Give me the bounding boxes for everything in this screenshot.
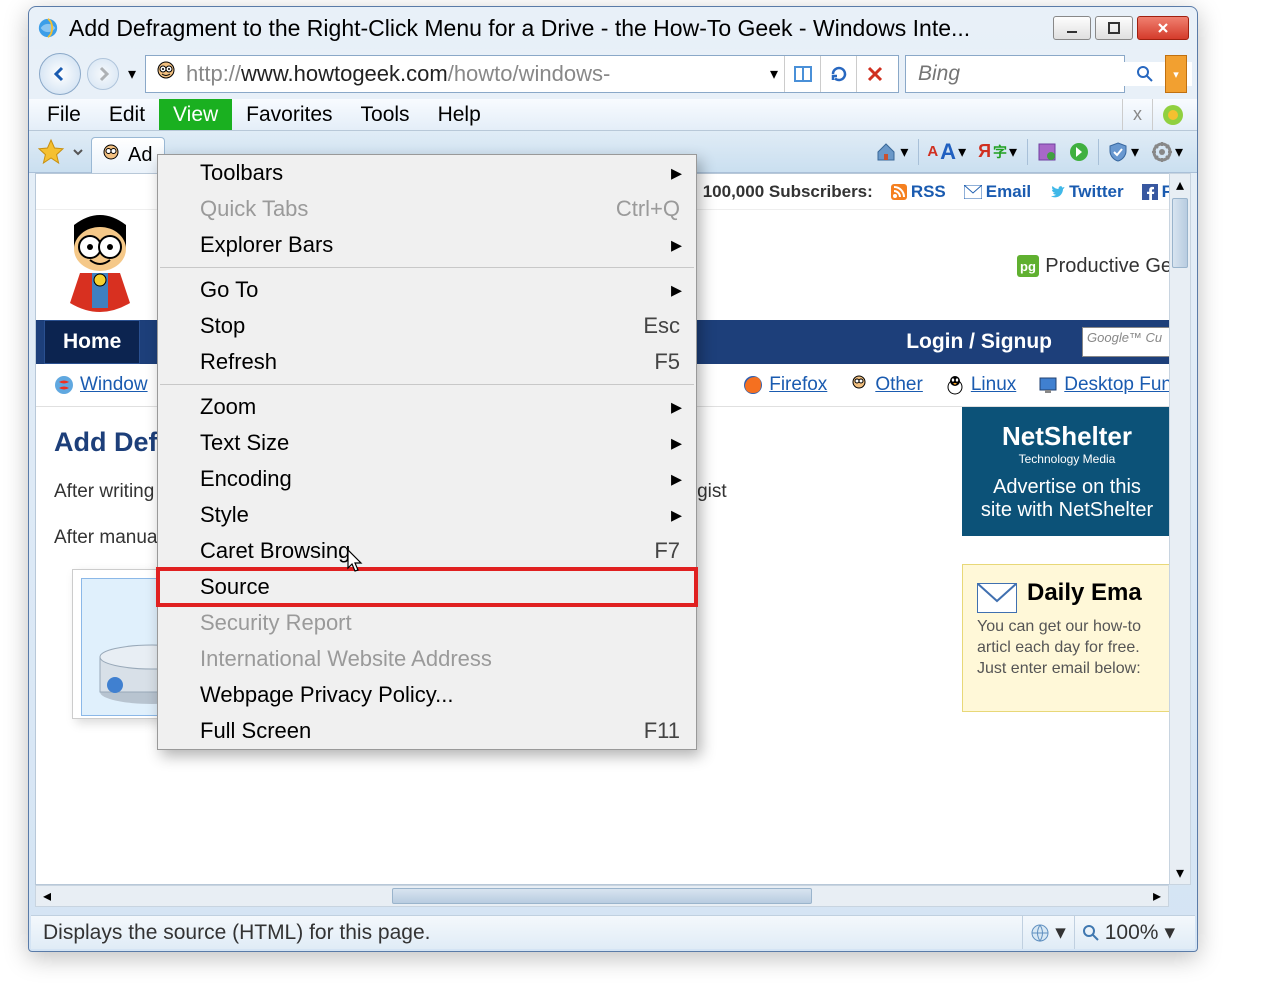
menu-item-explorer-bars[interactable]: Explorer Bars▸ bbox=[158, 227, 696, 263]
refresh-button[interactable] bbox=[820, 56, 856, 92]
scroll-thumb[interactable] bbox=[1172, 198, 1188, 268]
address-bar[interactable]: http://www.howtogeek.com/howto/windows- … bbox=[145, 55, 899, 93]
browser-tab[interactable]: Ad bbox=[91, 137, 165, 173]
minimize-button[interactable] bbox=[1053, 16, 1091, 40]
productive-geek-badge[interactable]: pgProductive Ge bbox=[1017, 255, 1172, 278]
menu-item-text-size[interactable]: Text Size▸ bbox=[158, 425, 696, 461]
menu-item-toolbars[interactable]: Toolbars▸ bbox=[158, 155, 696, 191]
scroll-up-arrow[interactable]: ▴ bbox=[1170, 174, 1190, 196]
menu-tools[interactable]: Tools bbox=[347, 99, 424, 130]
internet-zone[interactable]: ▾ bbox=[1022, 916, 1074, 949]
tab-label: Ad bbox=[128, 144, 152, 167]
menu-item-international-website-address: International Website Address bbox=[158, 641, 696, 677]
menu-item-zoom[interactable]: Zoom▸ bbox=[158, 389, 696, 425]
view-menu-dropdown: Toolbars▸Quick TabsCtrl+QExplorer Bars▸ G… bbox=[157, 154, 697, 750]
status-bar: Displays the source (HTML) for this page… bbox=[31, 915, 1195, 949]
titlebar: Add Defragment to the Right-Click Menu f… bbox=[29, 7, 1197, 49]
add-webslice-button[interactable] bbox=[1032, 136, 1062, 168]
feeds-button[interactable] bbox=[1064, 136, 1094, 168]
email-link[interactable]: Email bbox=[964, 182, 1031, 202]
menubar: File Edit View Favorites Tools Help x bbox=[29, 99, 1197, 131]
window-title: Add Defragment to the Right-Click Menu f… bbox=[69, 15, 1043, 42]
menu-item-go-to[interactable]: Go To▸ bbox=[158, 272, 696, 308]
menu-item-full-screen[interactable]: Full ScreenF11 bbox=[158, 713, 696, 749]
mouse-cursor-icon bbox=[346, 548, 366, 574]
close-button[interactable] bbox=[1137, 16, 1189, 40]
menu-edit[interactable]: Edit bbox=[95, 99, 159, 130]
svg-text:pg: pg bbox=[1020, 259, 1036, 274]
menu-file[interactable]: File bbox=[33, 99, 95, 130]
stop-button[interactable] bbox=[856, 56, 892, 92]
zoom-control[interactable]: 100%▾ bbox=[1074, 916, 1183, 949]
fb-link[interactable]: F bbox=[1142, 182, 1172, 202]
cat-firefox[interactable]: Firefox bbox=[743, 374, 827, 396]
menu-help[interactable]: Help bbox=[424, 99, 495, 130]
back-button[interactable] bbox=[39, 53, 81, 95]
mail-icon bbox=[977, 583, 1017, 613]
nav-login[interactable]: Login / Signup bbox=[888, 320, 1070, 364]
url-path: /howto/windows- bbox=[448, 61, 611, 86]
menu-item-refresh[interactable]: RefreshF5 bbox=[158, 344, 696, 380]
menu-item-encoding[interactable]: Encoding▸ bbox=[158, 461, 696, 497]
favorites-dropdown[interactable] bbox=[71, 145, 85, 159]
home-button[interactable]: ▾ bbox=[870, 136, 914, 168]
translate-button[interactable]: Я字▾ bbox=[974, 136, 1023, 168]
nav-home[interactable]: Home bbox=[44, 320, 140, 364]
nav-history-dropdown[interactable]: ▾ bbox=[125, 60, 139, 88]
search-provider-dropdown[interactable]: ▾ bbox=[1165, 55, 1187, 93]
url-scheme: http:// bbox=[186, 61, 241, 86]
cat-other[interactable]: Other bbox=[849, 374, 923, 396]
cat-windows[interactable]: Window bbox=[54, 374, 148, 396]
menu-item-webpage-privacy-policy-[interactable]: Webpage Privacy Policy... bbox=[158, 677, 696, 713]
geek-avatar-icon bbox=[54, 215, 146, 317]
text-size-button[interactable]: AA▾ bbox=[923, 136, 972, 168]
scroll-down-arrow[interactable]: ▾ bbox=[1170, 862, 1190, 884]
menubar-extension-icon[interactable] bbox=[1153, 99, 1193, 130]
cat-desktop-fun[interactable]: Desktop Fun bbox=[1038, 374, 1172, 396]
menu-item-caret-browsing[interactable]: Caret BrowsingF7 bbox=[158, 533, 696, 569]
search-go-button[interactable] bbox=[1131, 55, 1159, 93]
hscroll-thumb[interactable] bbox=[392, 888, 812, 904]
daily-email-box: Daily Ema You can get our how-to articl … bbox=[962, 564, 1172, 712]
menu-item-style[interactable]: Style▸ bbox=[158, 497, 696, 533]
safety-button[interactable]: ▾ bbox=[1103, 136, 1145, 168]
horizontal-scrollbar[interactable]: ◂ ▸ bbox=[35, 885, 1169, 907]
tab-favicon bbox=[100, 144, 122, 166]
vertical-scrollbar[interactable]: ▴ ▾ bbox=[1169, 173, 1191, 885]
search-box[interactable] bbox=[905, 55, 1125, 93]
address-dropdown[interactable]: ▾ bbox=[770, 64, 778, 84]
rss-link[interactable]: RSS bbox=[891, 182, 946, 202]
scroll-left-arrow[interactable]: ◂ bbox=[36, 886, 58, 906]
cat-linux[interactable]: Linux bbox=[945, 374, 1016, 396]
tools-button[interactable]: ▾ bbox=[1147, 136, 1189, 168]
netshelter-ad[interactable]: NetShelter Technology Media Advertise on… bbox=[962, 407, 1172, 536]
maximize-button[interactable] bbox=[1095, 16, 1133, 40]
compat-view-button[interactable] bbox=[784, 56, 820, 92]
menu-item-security-report: Security Report bbox=[158, 605, 696, 641]
site-favicon bbox=[152, 60, 180, 88]
menu-item-source[interactable]: Source bbox=[158, 569, 696, 605]
nav-toolbar: ▾ http://www.howtogeek.com/howto/windows… bbox=[29, 49, 1197, 99]
menu-item-quick-tabs: Quick TabsCtrl+Q bbox=[158, 191, 696, 227]
site-search[interactable]: Google™ Cu bbox=[1082, 327, 1182, 357]
favorites-star-icon[interactable] bbox=[37, 138, 65, 166]
ie-icon bbox=[37, 17, 59, 39]
menubar-close[interactable]: x bbox=[1122, 99, 1153, 130]
menu-view[interactable]: View bbox=[159, 99, 232, 130]
scroll-right-arrow[interactable]: ▸ bbox=[1146, 886, 1168, 906]
status-text: Displays the source (HTML) for this page… bbox=[43, 921, 430, 945]
menu-item-stop[interactable]: StopEsc bbox=[158, 308, 696, 344]
url-host: www.howtogeek.com bbox=[241, 61, 448, 86]
menu-favorites[interactable]: Favorites bbox=[232, 99, 346, 130]
forward-button[interactable] bbox=[87, 58, 119, 90]
twitter-link[interactable]: Twitter bbox=[1049, 182, 1123, 202]
